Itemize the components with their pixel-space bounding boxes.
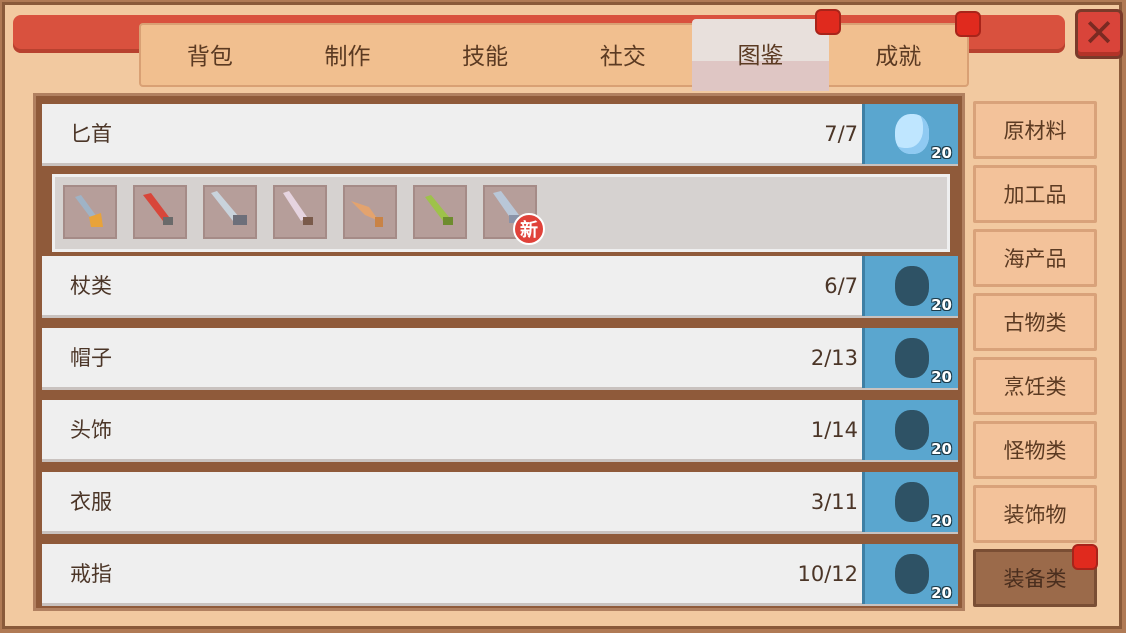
reward-qty: 20 <box>931 440 952 458</box>
item-slot[interactable]: 新 <box>483 185 545 245</box>
collection-row-headwear[interactable]: 头饰 1/14 20 <box>42 400 958 462</box>
row-count: 6/7 <box>824 274 858 298</box>
bone-dagger-icon <box>351 201 383 227</box>
item-slot[interactable] <box>343 185 397 239</box>
row-name: 衣服 <box>70 490 112 514</box>
category-label: 加工品 <box>1003 183 1067 207</box>
collection-row-daggers[interactable]: 匕首 7/7 20 <box>42 104 958 166</box>
pink-dagger-icon <box>283 191 313 225</box>
locked-gem-icon <box>895 410 929 450</box>
close-button[interactable]: ✕ <box>1075 9 1123 59</box>
category-equipment[interactable]: 装备类 <box>973 544 1098 607</box>
row-count: 10/12 <box>797 562 858 586</box>
category-decorations[interactable]: 装饰物 <box>973 485 1097 543</box>
item-slot[interactable] <box>273 185 327 239</box>
item-slot[interactable] <box>63 185 117 239</box>
tab-label: 背包 <box>186 44 233 70</box>
reward-qty: 20 <box>931 584 952 602</box>
category-label: 原材料 <box>1003 119 1067 143</box>
tab-crafting[interactable]: 制作 <box>279 25 417 85</box>
tab-backpack[interactable]: 背包 <box>141 25 279 85</box>
category-processed-goods[interactable]: 加工品 <box>973 165 1097 223</box>
category-label: 海产品 <box>1003 247 1067 271</box>
collection-list-panel: 匕首 7/7 20 新 杖类 6/7 20 帽子 2/13 20 头饰 1/14… <box>33 93 965 611</box>
row-name: 头饰 <box>70 418 112 442</box>
dagger-items-grid: 新 <box>52 174 950 252</box>
collection-row-rings[interactable]: 戒指 10/12 20 <box>42 544 958 606</box>
steel-sword-icon <box>211 191 247 225</box>
category-cooking[interactable]: 烹饪类 <box>973 357 1097 415</box>
row-name: 匕首 <box>70 122 112 146</box>
tab-encyclopedia[interactable]: 图鉴 <box>691 9 842 91</box>
locked-gem-icon <box>895 554 929 594</box>
row-count: 7/7 <box>824 122 858 146</box>
locked-gem-icon <box>895 266 929 306</box>
category-label: 烹饪类 <box>1003 375 1067 399</box>
window-frame: ✕ 背包 制作 技能 社交 图鉴 成就 匕首 7/7 20 新 杖类 6/7 2… <box>2 2 1123 629</box>
item-slot[interactable] <box>203 185 257 239</box>
category-seafood[interactable]: 海产品 <box>973 229 1097 287</box>
new-badge: 新 <box>513 213 545 245</box>
notification-badge <box>1072 544 1098 570</box>
reward-button[interactable]: 20 <box>862 400 958 460</box>
locked-gem-icon <box>895 482 929 522</box>
tab-label: 技能 <box>462 44 509 70</box>
tab-social[interactable]: 社交 <box>554 25 692 85</box>
row-name: 杖类 <box>70 274 112 298</box>
tab-label: 图鉴 <box>737 43 784 69</box>
item-slot[interactable] <box>133 185 187 239</box>
locked-gem-icon <box>895 338 929 378</box>
tab-label: 制作 <box>324 44 371 70</box>
category-label: 装备类 <box>1003 567 1067 591</box>
category-antiques[interactable]: 古物类 <box>973 293 1097 351</box>
category-label: 怪物类 <box>1003 439 1067 463</box>
tab-label: 成就 <box>875 44 922 70</box>
collection-row-staves[interactable]: 杖类 6/7 20 <box>42 256 958 318</box>
tab-bar: 背包 制作 技能 社交 图鉴 成就 <box>139 9 982 91</box>
collection-row-hats[interactable]: 帽子 2/13 20 <box>42 328 958 390</box>
leaf-dagger-icon <box>425 195 453 225</box>
category-label: 装饰物 <box>1003 503 1067 527</box>
row-count: 2/13 <box>810 346 858 370</box>
reward-button[interactable]: 20 <box>862 104 958 164</box>
row-name: 帽子 <box>70 346 112 370</box>
tab-label: 社交 <box>599 44 646 70</box>
reward-button[interactable]: 20 <box>862 256 958 316</box>
row-count: 3/11 <box>810 490 858 514</box>
reward-button[interactable]: 20 <box>862 472 958 532</box>
category-raw-materials[interactable]: 原材料 <box>973 101 1097 159</box>
tab-skills[interactable]: 技能 <box>416 25 554 85</box>
reward-button[interactable]: 20 <box>862 544 958 604</box>
notification-badge <box>955 11 982 37</box>
row-name: 戒指 <box>70 562 112 586</box>
golden-hilt-dagger-icon <box>75 195 103 227</box>
tab-achievements[interactable]: 成就 <box>829 11 982 85</box>
close-icon: ✕ <box>1083 11 1115 55</box>
item-slot[interactable] <box>413 185 467 239</box>
reward-button[interactable]: 20 <box>862 328 958 388</box>
diamond-icon <box>895 114 929 154</box>
reward-qty: 20 <box>931 512 952 530</box>
category-monsters[interactable]: 怪物类 <box>973 421 1097 479</box>
reward-qty: 20 <box>931 296 952 314</box>
red-dagger-icon <box>143 193 173 225</box>
category-label: 古物类 <box>1003 311 1067 335</box>
reward-qty: 20 <box>931 144 952 162</box>
reward-qty: 20 <box>931 368 952 386</box>
collection-row-clothes[interactable]: 衣服 3/11 20 <box>42 472 958 534</box>
row-count: 1/14 <box>810 418 858 442</box>
